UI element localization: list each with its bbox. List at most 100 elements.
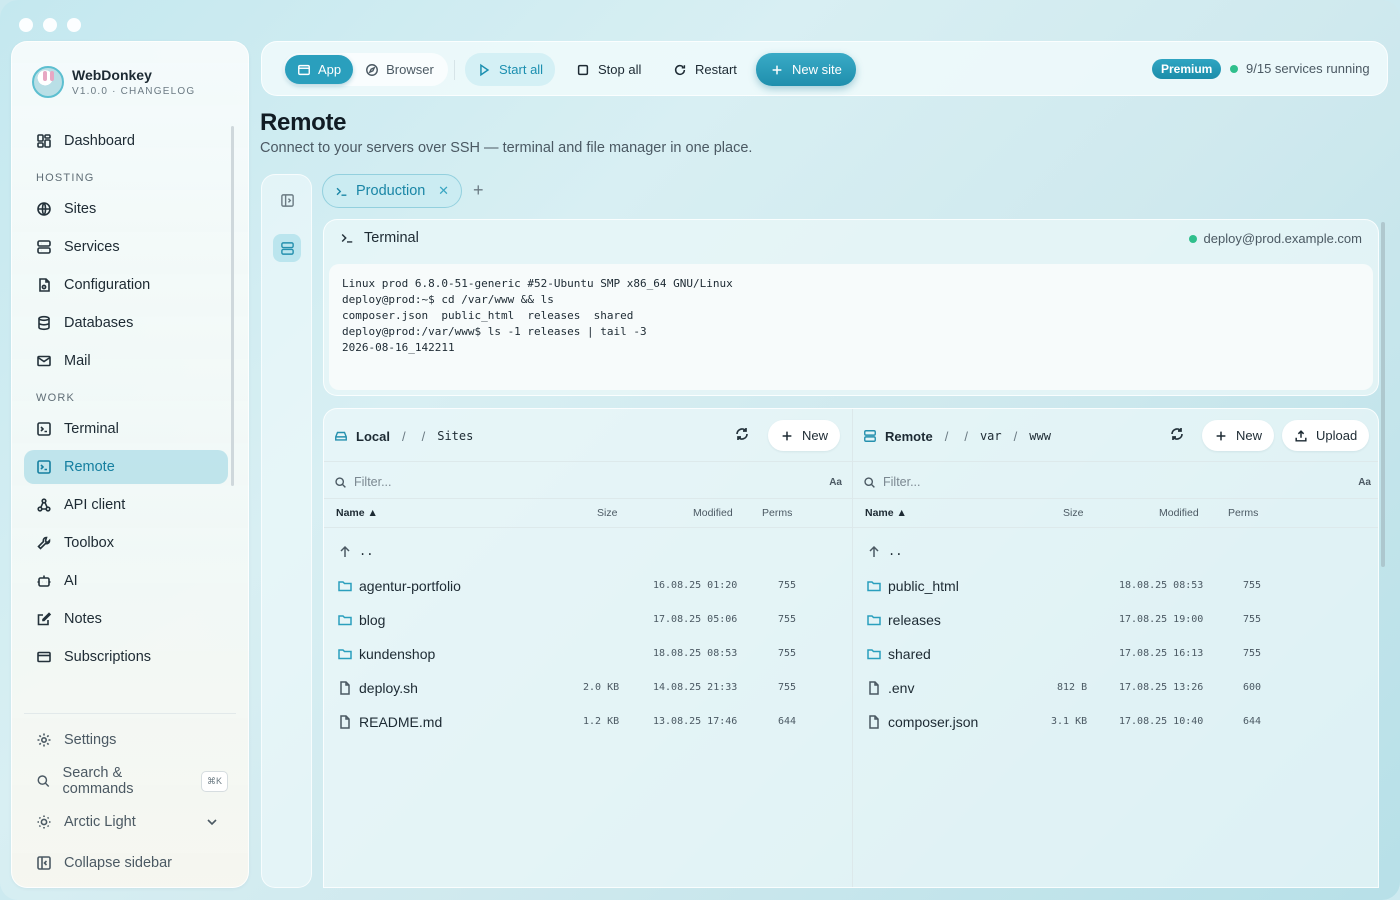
sidebar-scrollbar[interactable] (231, 126, 234, 486)
sidebar-item-notes[interactable]: Notes (24, 602, 228, 636)
session-tab-production[interactable]: Production ✕ (322, 174, 462, 208)
column-name[interactable]: Name ▲ (865, 507, 907, 519)
local-new-button[interactable]: New (768, 420, 841, 451)
play-icon (480, 63, 490, 76)
section-hosting: HOSTING (36, 172, 95, 184)
toggle-panel-button[interactable] (273, 186, 301, 214)
breadcrumb-local[interactable]: Local (356, 429, 390, 444)
file-name: releases (888, 612, 941, 628)
sidebar-item-mail[interactable]: Mail (24, 344, 228, 378)
column-perms[interactable]: Perms (1228, 507, 1258, 519)
stop-all-label: Stop all (598, 62, 642, 77)
brand[interactable]: WebDonkey V1.0.0 · CHANGELOG (32, 66, 195, 98)
breadcrumb-remote[interactable]: Remote (885, 429, 933, 444)
mode-app-button[interactable]: App (285, 55, 354, 84)
add-session-button[interactable]: + (473, 180, 484, 201)
file-name: .env (888, 680, 915, 696)
remote-new-button[interactable]: New (1202, 420, 1275, 451)
file-modified: 18.08.25 08:53 (653, 648, 738, 659)
app-version-changelog[interactable]: V1.0.0 · CHANGELOG (72, 86, 195, 97)
close-window-button[interactable] (19, 18, 33, 32)
column-modified[interactable]: Modified (1159, 507, 1199, 519)
table-row[interactable]: composer.json 3.1 KB 17.08.25 10:40 644 (853, 705, 1378, 739)
sidebar-item-api-client[interactable]: API client (24, 488, 228, 522)
restart-button[interactable]: Restart (661, 53, 749, 86)
sidebar-item-ai[interactable]: AI (24, 564, 228, 598)
maximize-window-button[interactable] (67, 18, 81, 32)
services-status[interactable]: 9/15 services running (1230, 61, 1370, 76)
parent-dir-row[interactable]: .. (853, 535, 1378, 569)
sidebar-item-configuration[interactable]: Configuration (24, 268, 228, 302)
column-name[interactable]: Name ▲ (336, 507, 378, 519)
start-all-button[interactable]: Start all (465, 53, 556, 86)
sidebar-item-sites[interactable]: Sites (24, 192, 228, 226)
file-size: 1.2 KB (583, 716, 620, 727)
minimize-window-button[interactable] (43, 18, 57, 32)
table-row[interactable]: public_html 18.08.25 08:53 755 (853, 569, 1378, 603)
remote-refresh-button[interactable] (1169, 426, 1187, 444)
notes-icon (37, 612, 52, 626)
new-site-button[interactable]: New site (756, 53, 856, 86)
table-row[interactable]: README.md 1.2 KB 13.08.25 17:46 644 (324, 705, 852, 739)
file-name: agentur-portfolio (359, 578, 461, 594)
connection-host: deploy@prod.example.com (1203, 231, 1362, 246)
file-perms: 644 (1243, 716, 1262, 727)
premium-badge[interactable]: Premium (1152, 59, 1222, 79)
sidebar-item-databases[interactable]: Databases (24, 306, 228, 340)
sidebar-item-label: Sites (64, 201, 97, 217)
remote-filter[interactable]: Filter... Aa (863, 471, 1371, 493)
dashboard-icon (37, 134, 51, 148)
table-row[interactable]: kundenshop 18.08.25 08:53 755 (324, 637, 852, 671)
servers-button[interactable] (273, 234, 301, 262)
start-all-label: Start all (499, 62, 544, 77)
breadcrumb-www[interactable]: www (1029, 429, 1051, 443)
session-tab-label: Production (356, 183, 426, 199)
wrench-icon (37, 536, 51, 550)
folder-icon (867, 579, 881, 593)
collapse-sidebar-button[interactable]: Collapse sidebar (24, 845, 228, 881)
breadcrumb-sites[interactable]: Sites (437, 429, 473, 443)
table-row[interactable]: .env 812 B 17.08.25 13:26 600 (853, 671, 1378, 705)
terminal-output[interactable]: Linux prod 6.8.0-51-generic #52-Ubuntu S… (329, 264, 1373, 390)
case-sensitive-toggle[interactable]: Aa (829, 477, 842, 488)
settings-button[interactable]: Settings (24, 722, 228, 758)
upload-button[interactable]: Upload (1282, 420, 1370, 451)
file-name: README.md (359, 714, 443, 730)
file-size: 2.0 KB (583, 682, 620, 693)
column-size[interactable]: Size (597, 507, 617, 519)
sidebar-item-dashboard[interactable]: Dashboard (24, 124, 228, 158)
file-manager: Local / / Sites New Filter... Aa Name ▲ (323, 408, 1379, 888)
main-scrollbar[interactable] (1381, 222, 1385, 567)
file-modified: 16.08.25 01:20 (653, 580, 738, 591)
mode-app-label: App (318, 62, 342, 77)
column-size[interactable]: Size (1063, 507, 1083, 519)
file-modified: 17.08.25 05:06 (653, 614, 738, 625)
sidebar-item-services[interactable]: Services (24, 230, 228, 264)
file-icon (338, 681, 352, 695)
sidebar-item-label: Notes (64, 611, 102, 627)
case-sensitive-toggle[interactable]: Aa (1358, 477, 1371, 488)
stop-all-button[interactable]: Stop all (564, 53, 653, 86)
filter-placeholder: Filter... (354, 475, 392, 489)
mode-browser-button[interactable]: Browser (353, 55, 446, 84)
table-row[interactable]: shared 17.08.25 16:13 755 (853, 637, 1378, 671)
theme-select[interactable]: Arctic Light (24, 804, 228, 840)
local-refresh-button[interactable] (734, 426, 752, 444)
column-perms[interactable]: Perms (762, 507, 792, 519)
sidebar-item-label: Configuration (64, 277, 151, 293)
file-modified: 17.08.25 13:26 (1119, 682, 1204, 693)
sidebar-item-toolbox[interactable]: Toolbox (24, 526, 228, 560)
table-row[interactable]: releases 17.08.25 19:00 755 (853, 603, 1378, 637)
sidebar-item-remote[interactable]: Remote (24, 450, 228, 484)
column-modified[interactable]: Modified (693, 507, 733, 519)
parent-dir-row[interactable]: .. (324, 535, 852, 569)
table-row[interactable]: agentur-portfolio 16.08.25 01:20 755 (324, 569, 852, 603)
table-row[interactable]: blog 17.08.25 05:06 755 (324, 603, 852, 637)
table-row[interactable]: deploy.sh 2.0 KB 14.08.25 21:33 755 (324, 671, 852, 705)
close-tab-icon[interactable]: ✕ (438, 183, 449, 199)
sidebar-item-subscriptions[interactable]: Subscriptions (24, 640, 228, 674)
local-filter[interactable]: Filter... Aa (334, 471, 842, 493)
breadcrumb-var[interactable]: var (980, 429, 1002, 443)
search-commands-button[interactable]: Search & commands ⌘K (24, 763, 228, 799)
sidebar-item-terminal[interactable]: Terminal (24, 412, 228, 446)
